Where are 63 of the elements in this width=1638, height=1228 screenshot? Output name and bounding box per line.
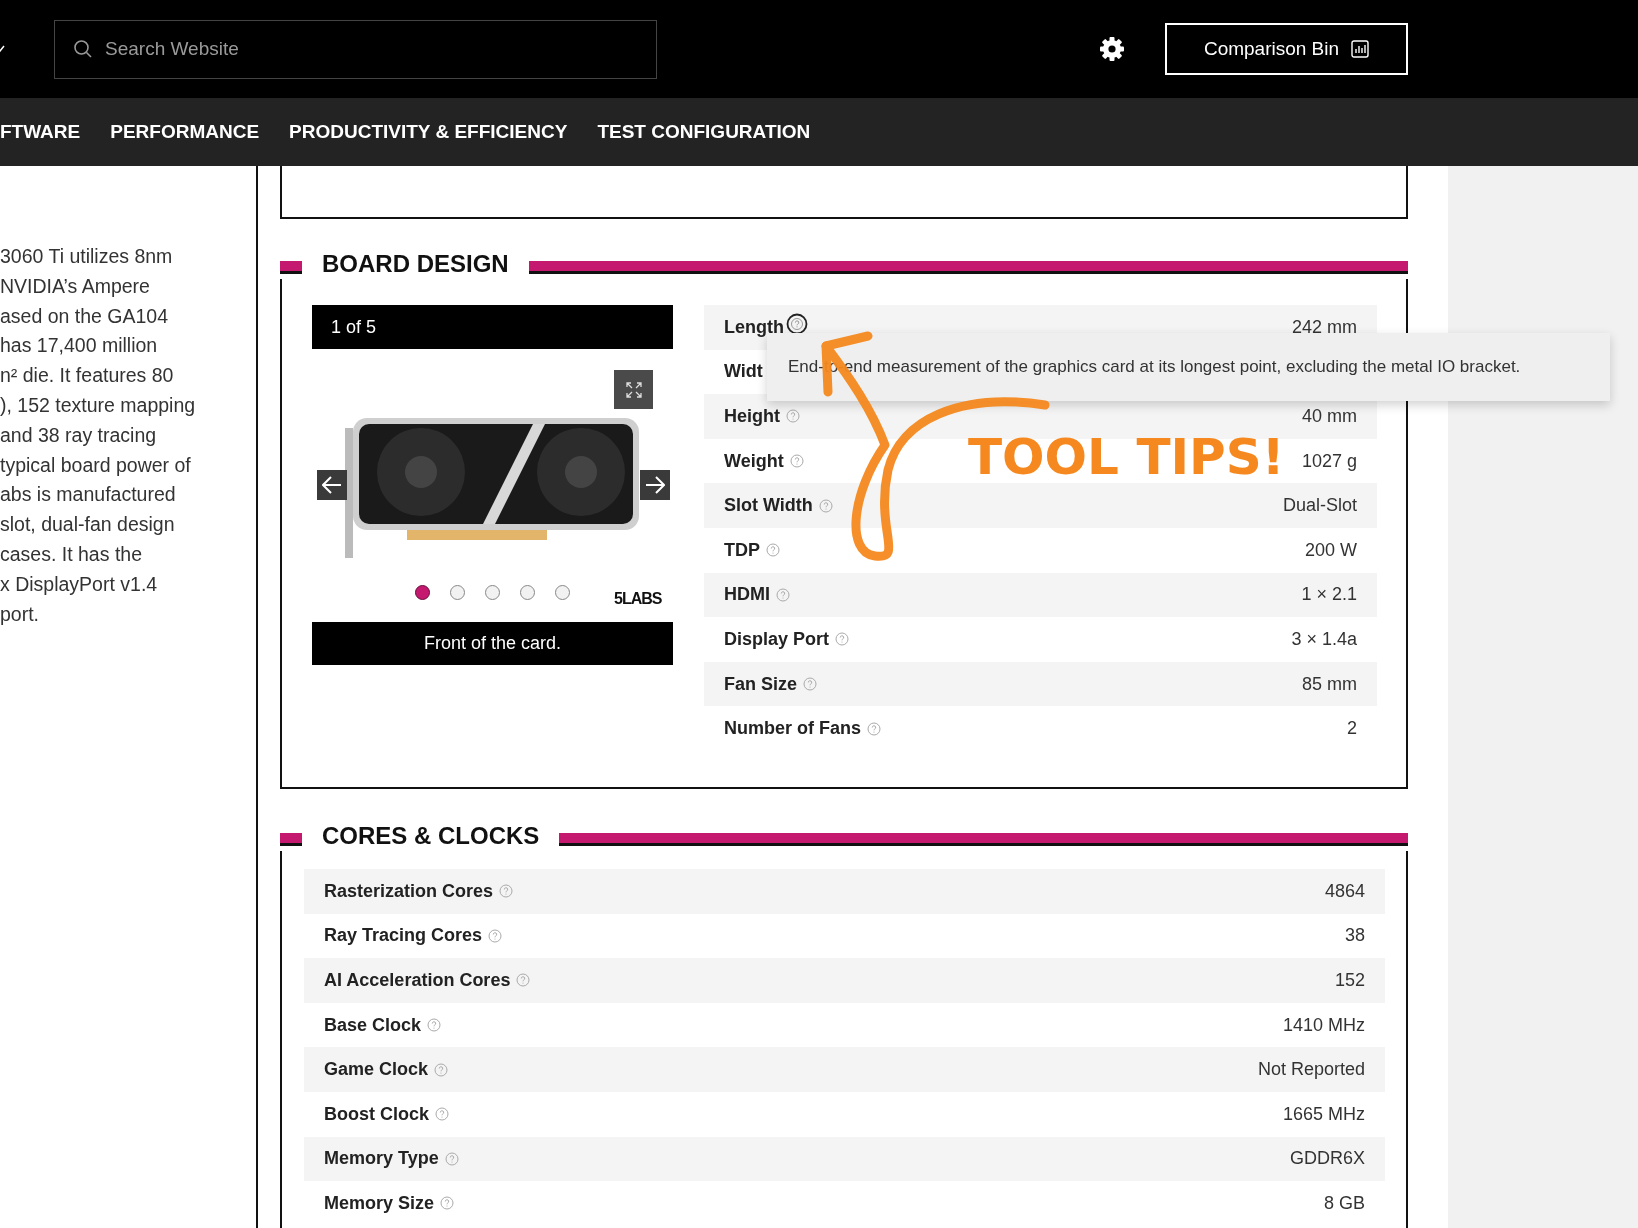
spec-label: Height <box>724 406 780 427</box>
carousel-dot[interactable] <box>520 585 535 600</box>
caret-icon[interactable] <box>0 44 8 54</box>
spec-value: 3 × 1.4a <box>1291 628 1357 650</box>
search-icon <box>73 38 93 59</box>
section-title: CORES & CLOCKS <box>322 822 540 850</box>
slide-counter: 1 of 5 <box>312 305 673 349</box>
spec-label: Widt <box>724 361 763 383</box>
spec-label: Fan Size <box>724 673 798 695</box>
spec-label: Slot Width <box>724 495 813 517</box>
next-button[interactable] <box>640 470 670 500</box>
spec-label: Weight <box>724 450 784 472</box>
nav-link[interactable]: TEST CONFIGURATION <box>597 121 811 143</box>
nav-link[interactable]: FTWARE <box>0 121 81 143</box>
spec-label: Number of Fans <box>724 718 861 740</box>
spec-value: 152 <box>1334 970 1365 991</box>
spec-label: Game Clock <box>324 1059 429 1081</box>
expand-icon <box>625 381 642 398</box>
spec-label: Ray Tracing Cores <box>324 925 483 947</box>
spec-value: 2 <box>1347 718 1357 740</box>
spec-value: 8 GB <box>1323 1192 1365 1214</box>
section-accent <box>280 832 302 846</box>
spec-label: Base Clock <box>324 1014 422 1036</box>
carousel-dot[interactable] <box>450 585 465 600</box>
spec-value: 1410 MHz <box>1282 1014 1365 1036</box>
nav-link[interactable]: PERFORMANCE <box>110 121 260 143</box>
spec-value: 38 <box>1344 925 1365 947</box>
comparison-bin-button[interactable]: Comparison Bin <box>1165 23 1408 75</box>
fullscreen-button[interactable] <box>614 370 653 409</box>
previous-button[interactable] <box>317 470 347 500</box>
right-arrow-icon <box>645 476 665 494</box>
spec-label: HDMI <box>724 584 770 606</box>
spec-value: 40 mm <box>1302 406 1357 427</box>
spec-value: 1 × 2.1 <box>1301 584 1357 606</box>
spec-value: 85 mm <box>1302 673 1357 695</box>
logo: 5LABS <box>614 590 662 608</box>
carousel-dot[interactable] <box>555 585 570 600</box>
carousel-dot[interactable] <box>415 585 430 600</box>
overview-paragraph: 3060 Ti utilizes 8nm NVIDIA’s Ampere ased on the GA104 has 17,400 million n² die. It features 80 ), 152 texture mapping and 38 ray tracing typical board power of abs is manufactured slot, dual-fan design cases. It has the x DisplayPort v1.4 port. <box>0 244 197 627</box>
section-title: BOARD DESIGN <box>322 250 509 278</box>
spec-label: Memory Type <box>324 1148 439 1170</box>
spec-label: Display Port <box>724 628 830 650</box>
spec-value: Not Reported <box>1257 1059 1365 1081</box>
section-accent <box>280 260 302 274</box>
spec-label: AI Acceleration Cores <box>324 970 511 991</box>
help-icon[interactable] <box>786 313 808 336</box>
spec-value: 1665 MHz <box>1282 1103 1365 1125</box>
carousel-dot[interactable] <box>485 585 500 600</box>
spec-label: Boost Clock <box>324 1103 429 1125</box>
spec-label: Rasterization Cores <box>324 880 494 902</box>
annotation-text: TOOL TIPS! <box>968 432 1285 482</box>
spec-value: 1027 g <box>1301 450 1357 472</box>
search-field[interactable]: Search Website <box>54 19 657 79</box>
left-arrow-icon <box>322 476 342 494</box>
bar-chart-icon <box>1351 40 1370 58</box>
nav-link[interactable]: PRODUCTIVITY & EFFICIENCY <box>289 121 568 143</box>
image-caption: Front of the card. <box>312 622 673 665</box>
spec-value: GDDR6X <box>1290 1148 1365 1170</box>
spec-label: Memory Size <box>324 1192 435 1214</box>
spec-value: Dual-Slot <box>1282 495 1357 517</box>
spec-value: 200 W <box>1304 539 1357 561</box>
spec-value: 4864 <box>1324 880 1365 902</box>
spec-label: TDP <box>724 539 760 561</box>
